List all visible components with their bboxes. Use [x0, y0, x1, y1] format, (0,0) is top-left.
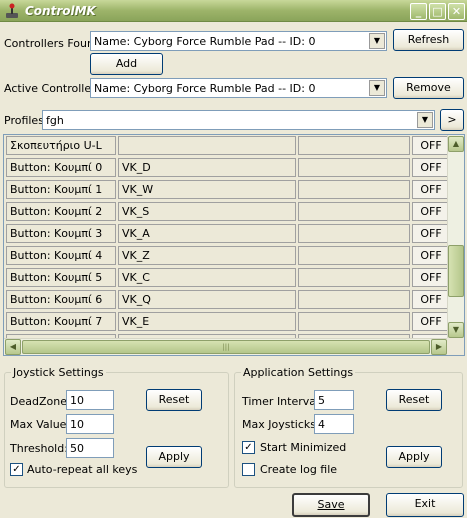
autorepeat-label: Auto-repeat all keys [27, 463, 138, 476]
title-bar: ControlMK _ □ ✕ [0, 0, 467, 22]
vertical-scrollbar[interactable]: ▲ ▼ [447, 135, 464, 339]
create-log-label: Create log file [260, 463, 338, 476]
timer-interval-label: Timer Interval: [242, 395, 323, 408]
joystick-apply-button[interactable]: Apply [146, 446, 202, 468]
deadzone-label: DeadZone: [10, 395, 71, 408]
active-controllers-select[interactable]: Name: Cyborg Force Rumble Pad -- ID: 0 ▼ [90, 78, 387, 98]
mapping-extra-cell[interactable] [298, 312, 410, 331]
mapping-extra-cell[interactable] [298, 136, 410, 155]
threshold-field[interactable]: 50 [66, 438, 114, 458]
horizontal-scroll-thumb[interactable]: ||| [22, 340, 430, 354]
table-row: Button: Κουμπί 4 VK_Z OFF [4, 245, 450, 267]
mapping-name-cell: Button: Κουμπί 5 [6, 268, 116, 287]
profiles-select[interactable]: fgh ▼ [42, 110, 435, 130]
refresh-button[interactable]: Refresh [393, 29, 464, 51]
mapping-name-cell: Button: Κουμπί 6 [6, 290, 116, 309]
table-row: Button: Κουμπί 6 VK_Q OFF [4, 289, 450, 311]
table-row: Button: Κουμπί 7 VK_E OFF [4, 311, 450, 333]
mapping-name-cell: Button: Κουμπί 0 [6, 158, 116, 177]
mapping-key-cell[interactable] [118, 136, 296, 155]
timer-interval-field[interactable]: 5 [314, 390, 354, 410]
mapping-extra-cell[interactable] [298, 224, 410, 243]
mapping-key-cell[interactable]: VK_Z [118, 246, 296, 265]
mapping-extra-cell[interactable] [298, 290, 410, 309]
save-button[interactable]: Save [292, 493, 370, 517]
maxvalue-field[interactable]: 10 [66, 414, 114, 434]
maximize-button[interactable]: □ [429, 3, 446, 20]
table-row: Σκοπευτήριο U-L OFF [4, 135, 450, 157]
application-settings-title: Application Settings [243, 366, 354, 379]
mapping-key-cell[interactable]: VK_W [118, 180, 296, 199]
close-button[interactable]: ✕ [448, 3, 465, 20]
mapping-name-cell: Button: Κουμπί 4 [6, 246, 116, 265]
mapping-toggle-button[interactable]: OFF [412, 290, 450, 309]
mapping-name-cell: Button: Κουμπί 7 [6, 312, 116, 331]
mapping-grid: Σκοπευτήριο U-L OFF Button: Κουμπί 0 VK_D OF… [3, 134, 465, 356]
create-log-checkbox[interactable] [242, 463, 255, 476]
next-profile-button[interactable]: > [440, 109, 464, 131]
mapping-toggle-button[interactable]: OFF [412, 268, 450, 287]
table-row: Button: Κουμπί 2 VK_S OFF [4, 201, 450, 223]
max-joysticks-field[interactable]: 4 [314, 414, 354, 434]
mapping-key-cell[interactable]: VK_C [118, 268, 296, 287]
mapping-toggle-button[interactable]: OFF [412, 180, 450, 199]
window-title: ControlMK [25, 4, 96, 18]
table-row: Button: Κουμπί 3 VK_A OFF [4, 223, 450, 245]
mapping-extra-cell[interactable] [298, 246, 410, 265]
mapping-key-cell[interactable]: VK_D [118, 158, 296, 177]
horizontal-scrollbar[interactable]: ◀ ||| ▶ [4, 338, 448, 355]
autorepeat-checkbox[interactable]: ✓ [10, 463, 23, 476]
mapping-name-cell: Σκοπευτήριο U-L [6, 136, 116, 155]
mapping-name-cell: Button: Κουμπί 2 [6, 202, 116, 221]
joystick-icon [6, 3, 18, 18]
maxvalue-label: Max Value: [10, 418, 71, 431]
mapping-toggle-button[interactable]: OFF [412, 246, 450, 265]
scroll-right-icon[interactable]: ▶ [431, 339, 447, 355]
joystick-reset-button[interactable]: Reset [146, 389, 202, 411]
table-row: Button: Κουμπί 0 VK_D OFF [4, 157, 450, 179]
mapping-key-cell[interactable]: VK_A [118, 224, 296, 243]
mapping-toggle-button[interactable]: OFF [412, 158, 450, 177]
mapping-toggle-button[interactable]: OFF [412, 224, 450, 243]
mapping-toggle-button[interactable]: OFF [412, 312, 450, 331]
controllers-found-select[interactable]: Name: Cyborg Force Rumble Pad -- ID: 0 ▼ [90, 31, 387, 51]
app-reset-button[interactable]: Reset [386, 389, 442, 411]
vertical-scroll-thumb[interactable] [448, 245, 464, 297]
mapping-extra-cell[interactable] [298, 158, 410, 177]
chevron-down-icon[interactable]: ▼ [369, 33, 385, 49]
scroll-left-icon[interactable]: ◀ [5, 339, 21, 355]
scroll-down-icon[interactable]: ▼ [448, 322, 464, 338]
start-minimized-label: Start Minimized [260, 441, 347, 454]
mapping-toggle-button[interactable]: OFF [412, 136, 450, 155]
mapping-extra-cell[interactable] [298, 202, 410, 221]
scroll-corner [447, 338, 464, 355]
minimize-button[interactable]: _ [410, 3, 427, 20]
max-joysticks-label: Max Joysticks: [242, 418, 320, 431]
joystick-settings-title: Joystick Settings [13, 366, 104, 379]
active-controllers-value: Name: Cyborg Force Rumble Pad -- ID: 0 [94, 82, 316, 95]
profiles-value: fgh [46, 114, 64, 127]
threshold-label: Threshold: [10, 442, 68, 455]
deadzone-field[interactable]: 10 [66, 390, 114, 410]
table-row: Button: Κουμπί 5 VK_C OFF [4, 267, 450, 289]
exit-button[interactable]: Exit [386, 493, 464, 517]
mapping-key-cell[interactable]: VK_E [118, 312, 296, 331]
remove-button[interactable]: Remove [393, 77, 464, 99]
controllers-found-value: Name: Cyborg Force Rumble Pad -- ID: 0 [94, 35, 316, 48]
add-button[interactable]: Add [90, 53, 163, 75]
scroll-up-icon[interactable]: ▲ [448, 136, 464, 152]
mapping-key-cell[interactable]: VK_Q [118, 290, 296, 309]
mapping-name-cell: Button: Κουμπί 1 [6, 180, 116, 199]
app-apply-button[interactable]: Apply [386, 446, 442, 468]
table-row: Button: Κουμπί 1 VK_W OFF [4, 179, 450, 201]
mapping-toggle-button[interactable]: OFF [412, 202, 450, 221]
mapping-name-cell: Button: Κουμπί 3 [6, 224, 116, 243]
chevron-down-icon[interactable]: ▼ [417, 112, 433, 128]
chevron-down-icon[interactable]: ▼ [369, 80, 385, 96]
mapping-key-cell[interactable]: VK_S [118, 202, 296, 221]
mapping-extra-cell[interactable] [298, 180, 410, 199]
mapping-extra-cell[interactable] [298, 268, 410, 287]
start-minimized-checkbox[interactable]: ✓ [242, 441, 255, 454]
